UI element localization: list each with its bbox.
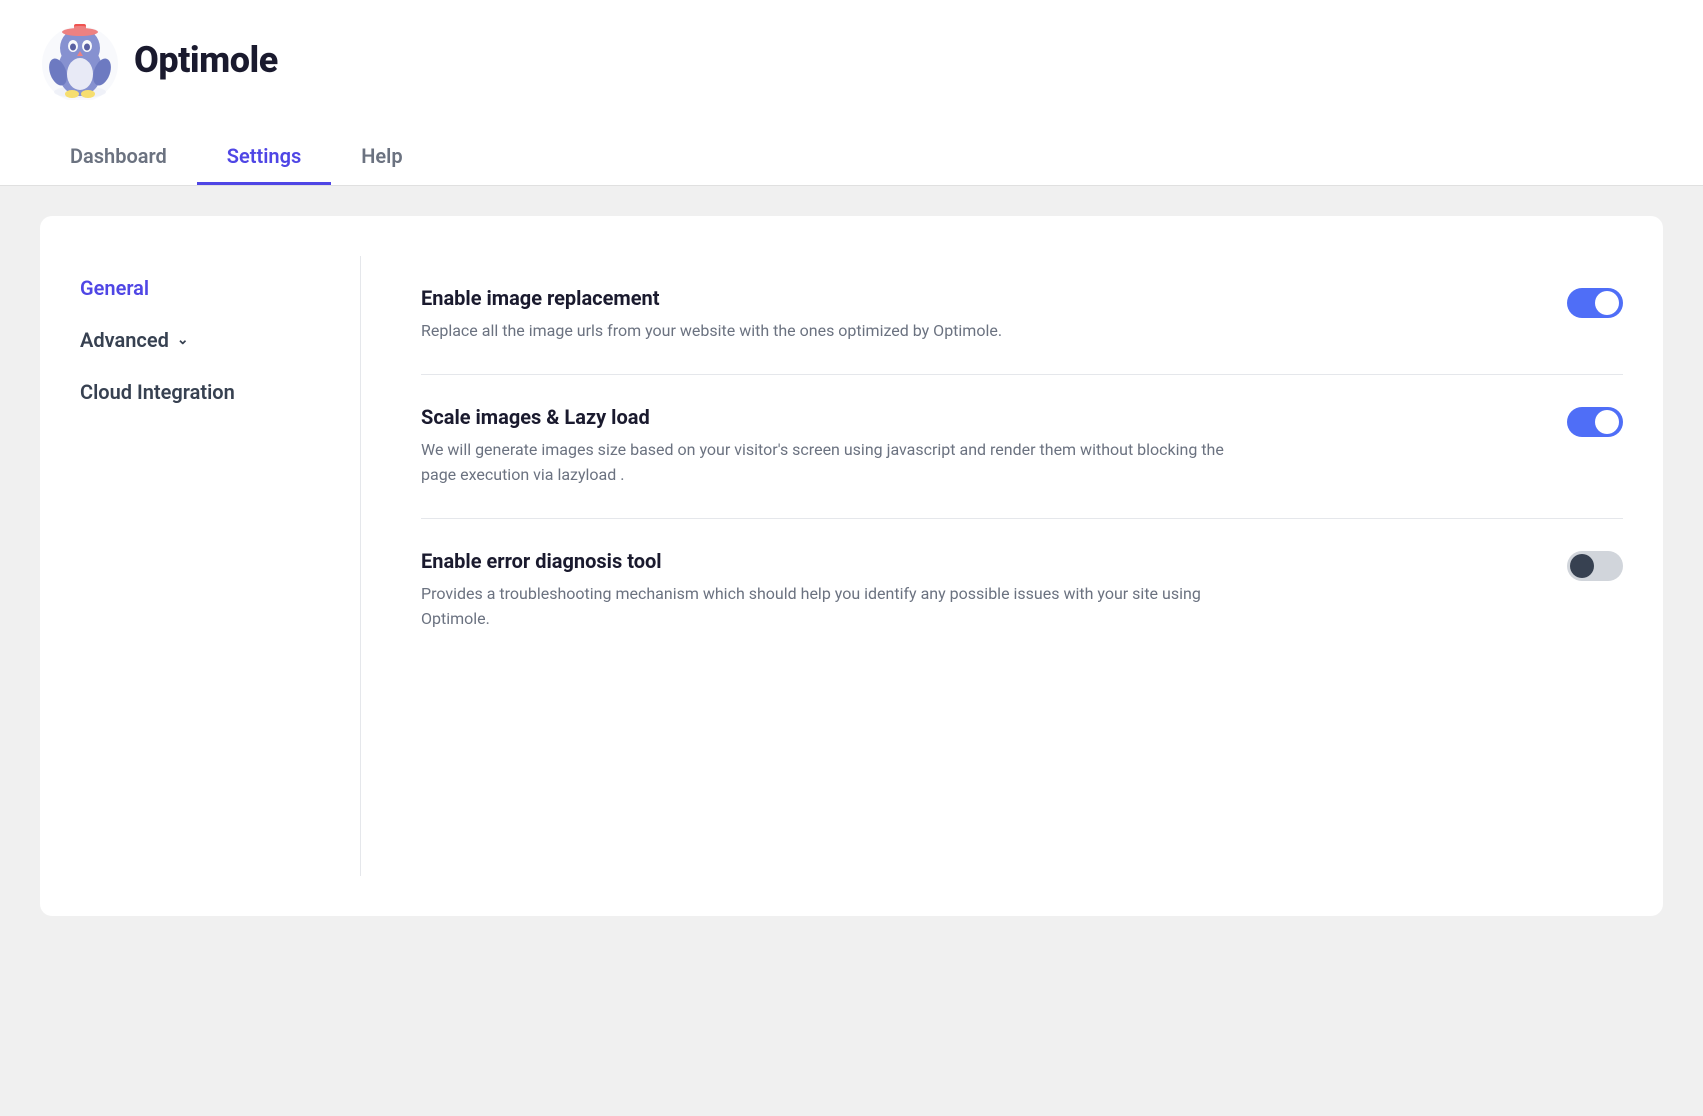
setting-scale-lazy-load-desc: We will generate images size based on yo… bbox=[421, 437, 1241, 488]
main-nav: Dashboard Settings Help bbox=[40, 130, 1663, 185]
setting-scale-lazy-load-title: Scale images & Lazy load bbox=[421, 405, 1527, 429]
sidebar-advanced-label: Advanced bbox=[80, 328, 169, 352]
setting-scale-lazy-load: Scale images & Lazy load We will generat… bbox=[421, 375, 1623, 519]
tab-settings[interactable]: Settings bbox=[197, 130, 331, 185]
setting-error-diagnosis-text: Enable error diagnosis tool Provides a t… bbox=[421, 549, 1527, 632]
chevron-down-icon: ⌄ bbox=[177, 332, 189, 348]
setting-scale-lazy-load-text: Scale images & Lazy load We will generat… bbox=[421, 405, 1527, 488]
app-name: Optimole bbox=[134, 39, 278, 81]
settings-panel: General Advanced ⌄ Cloud Integration Ena… bbox=[40, 216, 1663, 916]
logo-icon bbox=[40, 20, 120, 100]
main-content: General Advanced ⌄ Cloud Integration Ena… bbox=[0, 186, 1703, 986]
settings-content-area: Enable image replacement Replace all the… bbox=[360, 256, 1623, 876]
setting-error-diagnosis: Enable error diagnosis tool Provides a t… bbox=[421, 519, 1623, 662]
setting-image-replacement-desc: Replace all the image urls from your web… bbox=[421, 318, 1241, 344]
tab-dashboard[interactable]: Dashboard bbox=[40, 130, 197, 185]
sidebar-item-advanced[interactable]: Advanced ⌄ bbox=[80, 318, 300, 362]
setting-error-diagnosis-desc: Provides a troubleshooting mechanism whi… bbox=[421, 581, 1241, 632]
toggle-scale-lazy-load-slider bbox=[1567, 407, 1623, 437]
setting-image-replacement-toggle-container bbox=[1567, 286, 1623, 318]
sidebar-item-general[interactable]: General bbox=[80, 266, 300, 310]
toggle-error-diagnosis[interactable] bbox=[1567, 551, 1623, 581]
setting-scale-lazy-load-toggle-container bbox=[1567, 405, 1623, 437]
toggle-scale-lazy-load[interactable] bbox=[1567, 407, 1623, 437]
setting-image-replacement: Enable image replacement Replace all the… bbox=[421, 256, 1623, 375]
setting-error-diagnosis-toggle-container bbox=[1567, 549, 1623, 581]
settings-sidebar: General Advanced ⌄ Cloud Integration bbox=[80, 256, 300, 876]
sidebar-item-cloud-integration[interactable]: Cloud Integration bbox=[80, 370, 300, 414]
tab-help[interactable]: Help bbox=[331, 130, 432, 185]
logo-area: Optimole bbox=[40, 20, 1663, 120]
toggle-image-replacement[interactable] bbox=[1567, 288, 1623, 318]
toggle-error-diagnosis-slider bbox=[1567, 551, 1623, 581]
sidebar-cloud-label: Cloud Integration bbox=[80, 380, 235, 404]
setting-image-replacement-title: Enable image replacement bbox=[421, 286, 1527, 310]
sidebar-general-label: General bbox=[80, 276, 149, 300]
toggle-image-replacement-slider bbox=[1567, 288, 1623, 318]
page-header: Optimole Dashboard Settings Help bbox=[0, 0, 1703, 186]
setting-image-replacement-text: Enable image replacement Replace all the… bbox=[421, 286, 1527, 344]
setting-error-diagnosis-title: Enable error diagnosis tool bbox=[421, 549, 1527, 573]
